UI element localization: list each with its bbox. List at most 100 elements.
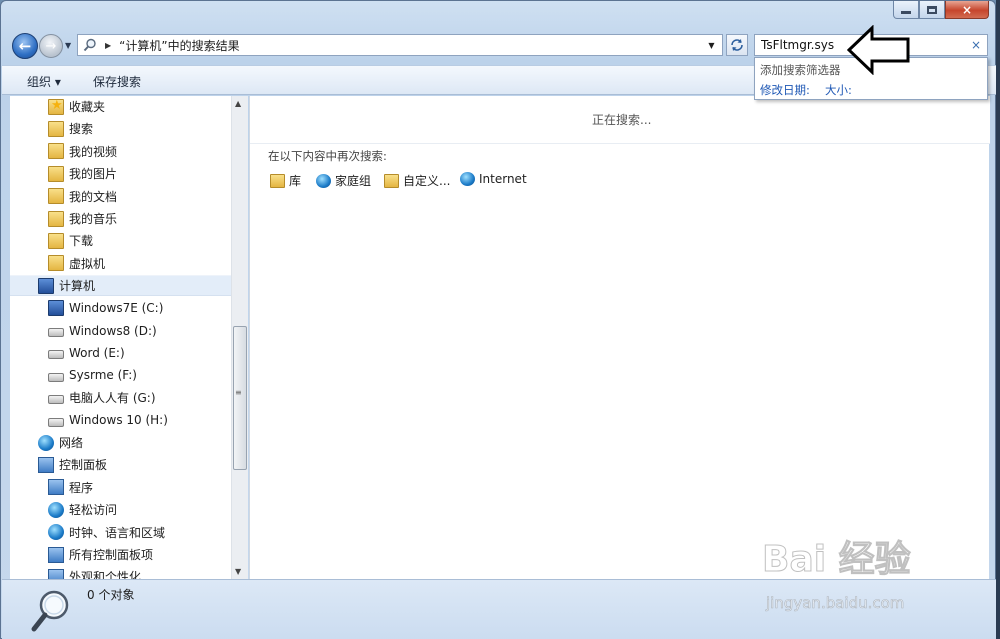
navigation-pane-scrollbar[interactable]: ▲ ≡ ▼ bbox=[231, 96, 248, 579]
maximize-icon bbox=[927, 5, 937, 14]
address-bar[interactable]: ▶ “计算机”中的搜索结果 bbox=[77, 34, 723, 56]
nav-item-label: 我的视频 bbox=[69, 144, 118, 159]
nav-item-label: 我的图片 bbox=[69, 167, 118, 182]
nav-item[interactable]: 网络 bbox=[10, 432, 231, 453]
nav-item-label: 收藏夹 bbox=[69, 100, 106, 114]
results-pane: 正在搜索... 在以下内容中再次搜索: 库 家庭组 自定义... Internet bbox=[249, 96, 990, 579]
desktop-edge bbox=[996, 0, 1000, 639]
scroll-thumb[interactable] bbox=[233, 326, 247, 470]
search-location-label: Internet bbox=[479, 172, 527, 186]
filter-date-modified-link[interactable]: 修改日期: bbox=[760, 82, 810, 98]
nav-item[interactable]: Windows8 (D:) bbox=[10, 320, 231, 341]
nav-item-label: 电脑人人有 (G:) bbox=[69, 391, 156, 406]
nav-item[interactable]: 时钟、语言和区域 bbox=[10, 522, 231, 543]
watermark-url: jingyan.baidu.com bbox=[766, 594, 905, 613]
search-location-link[interactable]: 家庭组 bbox=[316, 172, 371, 189]
nav-item[interactable]: 我的视频 bbox=[10, 141, 231, 162]
nav-item-label: Windows7E (C:) bbox=[69, 301, 164, 316]
folder-icon bbox=[48, 143, 64, 160]
search-location-link[interactable]: Internet bbox=[460, 172, 527, 186]
control-panel-icon bbox=[38, 456, 54, 473]
filter-size-link[interactable]: 大小: bbox=[825, 82, 852, 98]
nav-item-label: 网络 bbox=[59, 436, 84, 450]
scroll-up-icon[interactable]: ▲ bbox=[235, 99, 241, 108]
network-icon bbox=[38, 434, 54, 451]
drive-icon bbox=[48, 372, 64, 382]
recent-pages-dropdown-icon[interactable]: ▼ bbox=[65, 41, 71, 50]
forward-arrow-icon: → bbox=[45, 38, 57, 54]
close-icon: × bbox=[961, 2, 973, 17]
back-button[interactable]: ← bbox=[12, 33, 38, 59]
drive-icon bbox=[48, 328, 64, 337]
nav-item[interactable]: 收藏夹 bbox=[10, 96, 231, 117]
system-drive-icon bbox=[48, 300, 64, 317]
nav-item[interactable]: 所有控制面板项 bbox=[10, 544, 231, 565]
computer-icon bbox=[38, 277, 54, 294]
address-text: “计算机”中的搜索结果 bbox=[119, 38, 240, 53]
nav-item-label: Word (E:) bbox=[69, 345, 125, 360]
address-dropdown-button[interactable]: ▼ bbox=[701, 34, 723, 56]
add-search-filter-label: 添加搜索筛选器 bbox=[760, 63, 841, 77]
nav-item[interactable]: 我的文档 bbox=[10, 186, 231, 207]
nav-item[interactable]: Word (E:) bbox=[10, 342, 231, 363]
internet-icon bbox=[460, 172, 475, 186]
search-location-label: 库 bbox=[289, 174, 302, 188]
homegroup-icon bbox=[316, 173, 331, 188]
nav-item[interactable]: Sysrme (F:) bbox=[10, 365, 231, 386]
save-search-button[interactable]: 保存搜索 bbox=[93, 73, 141, 90]
nav-item[interactable]: 计算机 bbox=[10, 275, 231, 297]
nav-item-label: 程序 bbox=[69, 480, 94, 495]
nav-item-label: 搜索 bbox=[69, 122, 94, 137]
annotation-arrow-icon bbox=[847, 25, 910, 75]
favorites-star-icon bbox=[48, 98, 64, 115]
refresh-button[interactable] bbox=[726, 34, 748, 56]
search-location-link[interactable]: 自定义... bbox=[384, 172, 450, 189]
minimize-button[interactable] bbox=[893, 1, 919, 19]
forward-button[interactable]: → bbox=[39, 34, 63, 58]
control-panel-icon bbox=[48, 546, 64, 563]
nav-item-label: Sysrme (F:) bbox=[69, 368, 137, 383]
nav-item-label: 所有控制面板项 bbox=[69, 548, 154, 562]
drive-icon bbox=[48, 395, 64, 405]
scroll-down-icon[interactable]: ▼ bbox=[235, 567, 241, 576]
breadcrumb-chevron-icon[interactable]: ▶ bbox=[105, 41, 111, 50]
library-icon bbox=[270, 173, 285, 188]
nav-item[interactable]: 虚拟机 bbox=[10, 253, 231, 274]
folder-icon bbox=[48, 232, 64, 249]
nav-item[interactable]: Windows 10 (H:) bbox=[10, 410, 231, 431]
searching-status: 正在搜索... bbox=[592, 113, 652, 127]
search-again-label: 在以下内容中再次搜索: bbox=[268, 149, 387, 163]
minimize-icon bbox=[901, 11, 911, 14]
nav-item[interactable]: 控制面板 bbox=[10, 454, 231, 475]
item-count-status: 0 个对象 bbox=[87, 588, 135, 602]
nav-item[interactable]: 我的音乐 bbox=[10, 208, 231, 229]
organize-button[interactable]: 组织 ▾ bbox=[27, 73, 61, 90]
nav-item[interactable]: 电脑人人有 (G:) bbox=[10, 387, 231, 408]
nav-item[interactable]: 轻松访问 bbox=[10, 499, 231, 520]
refresh-icon bbox=[731, 39, 743, 51]
close-button[interactable]: × bbox=[945, 1, 989, 19]
folder-icon bbox=[48, 188, 64, 205]
nav-item-label: 计算机 bbox=[59, 279, 96, 294]
search-location-label: 家庭组 bbox=[335, 174, 372, 188]
nav-item-label: 虚拟机 bbox=[69, 256, 106, 271]
magnifier-icon bbox=[31, 590, 69, 632]
maximize-button[interactable] bbox=[919, 1, 945, 19]
nav-item[interactable]: 下载 bbox=[10, 230, 231, 251]
nav-item[interactable]: 程序 bbox=[10, 477, 231, 498]
programs-icon bbox=[48, 479, 64, 496]
back-arrow-icon: ← bbox=[18, 37, 32, 55]
clear-search-icon[interactable]: × bbox=[971, 38, 981, 52]
drive-icon bbox=[48, 350, 64, 360]
nav-item-label: 时钟、语言和区域 bbox=[69, 525, 166, 540]
nav-item[interactable]: 外观和个性化 bbox=[10, 566, 231, 579]
nav-item[interactable]: 搜索 bbox=[10, 118, 231, 139]
search-location-link[interactable]: 库 bbox=[270, 172, 301, 189]
nav-item-label: 下载 bbox=[69, 234, 94, 249]
folder-icon bbox=[48, 210, 64, 227]
nav-item[interactable]: Windows7E (C:) bbox=[10, 298, 231, 319]
scroll-grip-icon: ≡ bbox=[235, 388, 242, 397]
chevron-down-icon: ▼ bbox=[708, 40, 715, 50]
nav-item-label: Windows 10 (H:) bbox=[69, 413, 168, 428]
nav-item[interactable]: 我的图片 bbox=[10, 163, 231, 184]
